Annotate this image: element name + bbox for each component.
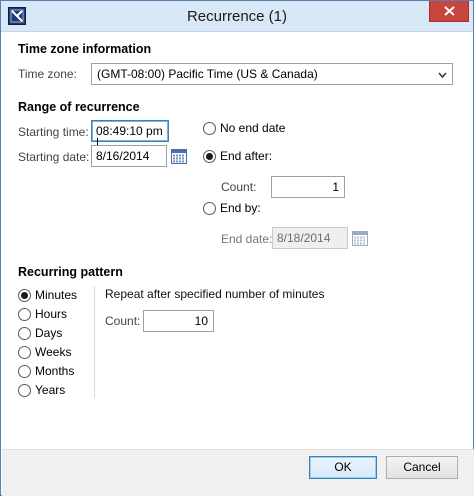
pattern-option-minutes[interactable]: Minutes — [18, 288, 88, 304]
no-end-date-radio-circle[interactable] — [203, 122, 216, 135]
pattern-option-hours[interactable]: Hours — [18, 307, 88, 323]
timezone-select[interactable]: (GMT-08:00) Pacific Time (US & Canada) — [91, 63, 453, 85]
pattern-label-minutes: Minutes — [35, 288, 78, 302]
end-by-radio[interactable]: End by: — [203, 201, 303, 217]
end-after-label: End after: — [220, 149, 273, 163]
pattern-radio-minutes[interactable] — [18, 289, 31, 302]
cancel-button[interactable]: Cancel — [386, 456, 458, 479]
pattern-divider — [94, 286, 95, 398]
timezone-value: (GMT-08:00) Pacific Time (US & Canada) — [97, 67, 318, 81]
calendar-icon-disabled[interactable] — [352, 231, 368, 246]
calendar-icon[interactable] — [171, 149, 187, 164]
ok-button[interactable]: OK — [309, 456, 377, 479]
starting-date-input[interactable]: 8/16/2014 — [91, 145, 167, 167]
recurrence-dialog: Recurrence (1) Time zone information Tim… — [0, 0, 474, 496]
end-date-input[interactable]: 8/18/2014 — [272, 227, 348, 249]
pattern-label-days: Days — [35, 326, 63, 340]
range-count-input[interactable]: 1 — [271, 176, 345, 198]
close-icon — [444, 6, 455, 16]
end-date-label: End date: — [221, 232, 273, 246]
pattern-option-months[interactable]: Months — [18, 364, 88, 380]
range-section-title: Range of recurrence — [18, 100, 140, 114]
pattern-section-title: Recurring pattern — [18, 265, 123, 279]
pattern-option-days[interactable]: Days — [18, 326, 88, 342]
pattern-radio-days[interactable] — [18, 327, 31, 340]
timezone-label: Time zone: — [18, 67, 77, 81]
pattern-count-input[interactable]: 10 — [143, 310, 214, 332]
pattern-radio-weeks[interactable] — [18, 346, 31, 359]
starting-time-label: Starting time: — [18, 125, 89, 139]
pattern-radio-months[interactable] — [18, 365, 31, 378]
pattern-label-months: Months — [35, 364, 75, 378]
timezone-section-title: Time zone information — [18, 42, 152, 56]
range-count-label: Count: — [221, 180, 257, 194]
starting-time-input[interactable]: 08:49:10 pm — [91, 120, 169, 151]
pattern-radio-years[interactable] — [18, 384, 31, 397]
starting-date-label: Starting date: — [18, 150, 90, 164]
end-by-radio-circle[interactable] — [203, 202, 216, 215]
no-end-date-radio[interactable]: No end date — [203, 121, 303, 137]
pattern-description: Repeat after specified number of minutes — [105, 287, 325, 301]
pattern-radio-hours[interactable] — [18, 308, 31, 321]
close-button[interactable] — [429, 1, 469, 22]
end-after-radio[interactable]: End after: — [203, 149, 303, 165]
pattern-label-hours: Hours — [35, 307, 68, 321]
pattern-label-years: Years — [35, 383, 66, 397]
pattern-option-weeks[interactable]: Weeks — [18, 345, 88, 361]
chevron-down-icon — [438, 72, 447, 78]
end-after-radio-circle[interactable] — [203, 150, 216, 163]
pattern-option-years[interactable]: Years — [18, 383, 88, 399]
no-end-date-label: No end date — [220, 121, 286, 135]
pattern-count-label: Count: — [105, 314, 141, 328]
dialog-footer: OK Cancel — [2, 449, 474, 496]
end-by-label: End by: — [220, 201, 261, 215]
title-bar[interactable]: Recurrence (1) — [1, 1, 473, 32]
window-title: Recurrence (1) — [186, 8, 288, 25]
pattern-label-weeks: Weeks — [35, 345, 72, 359]
